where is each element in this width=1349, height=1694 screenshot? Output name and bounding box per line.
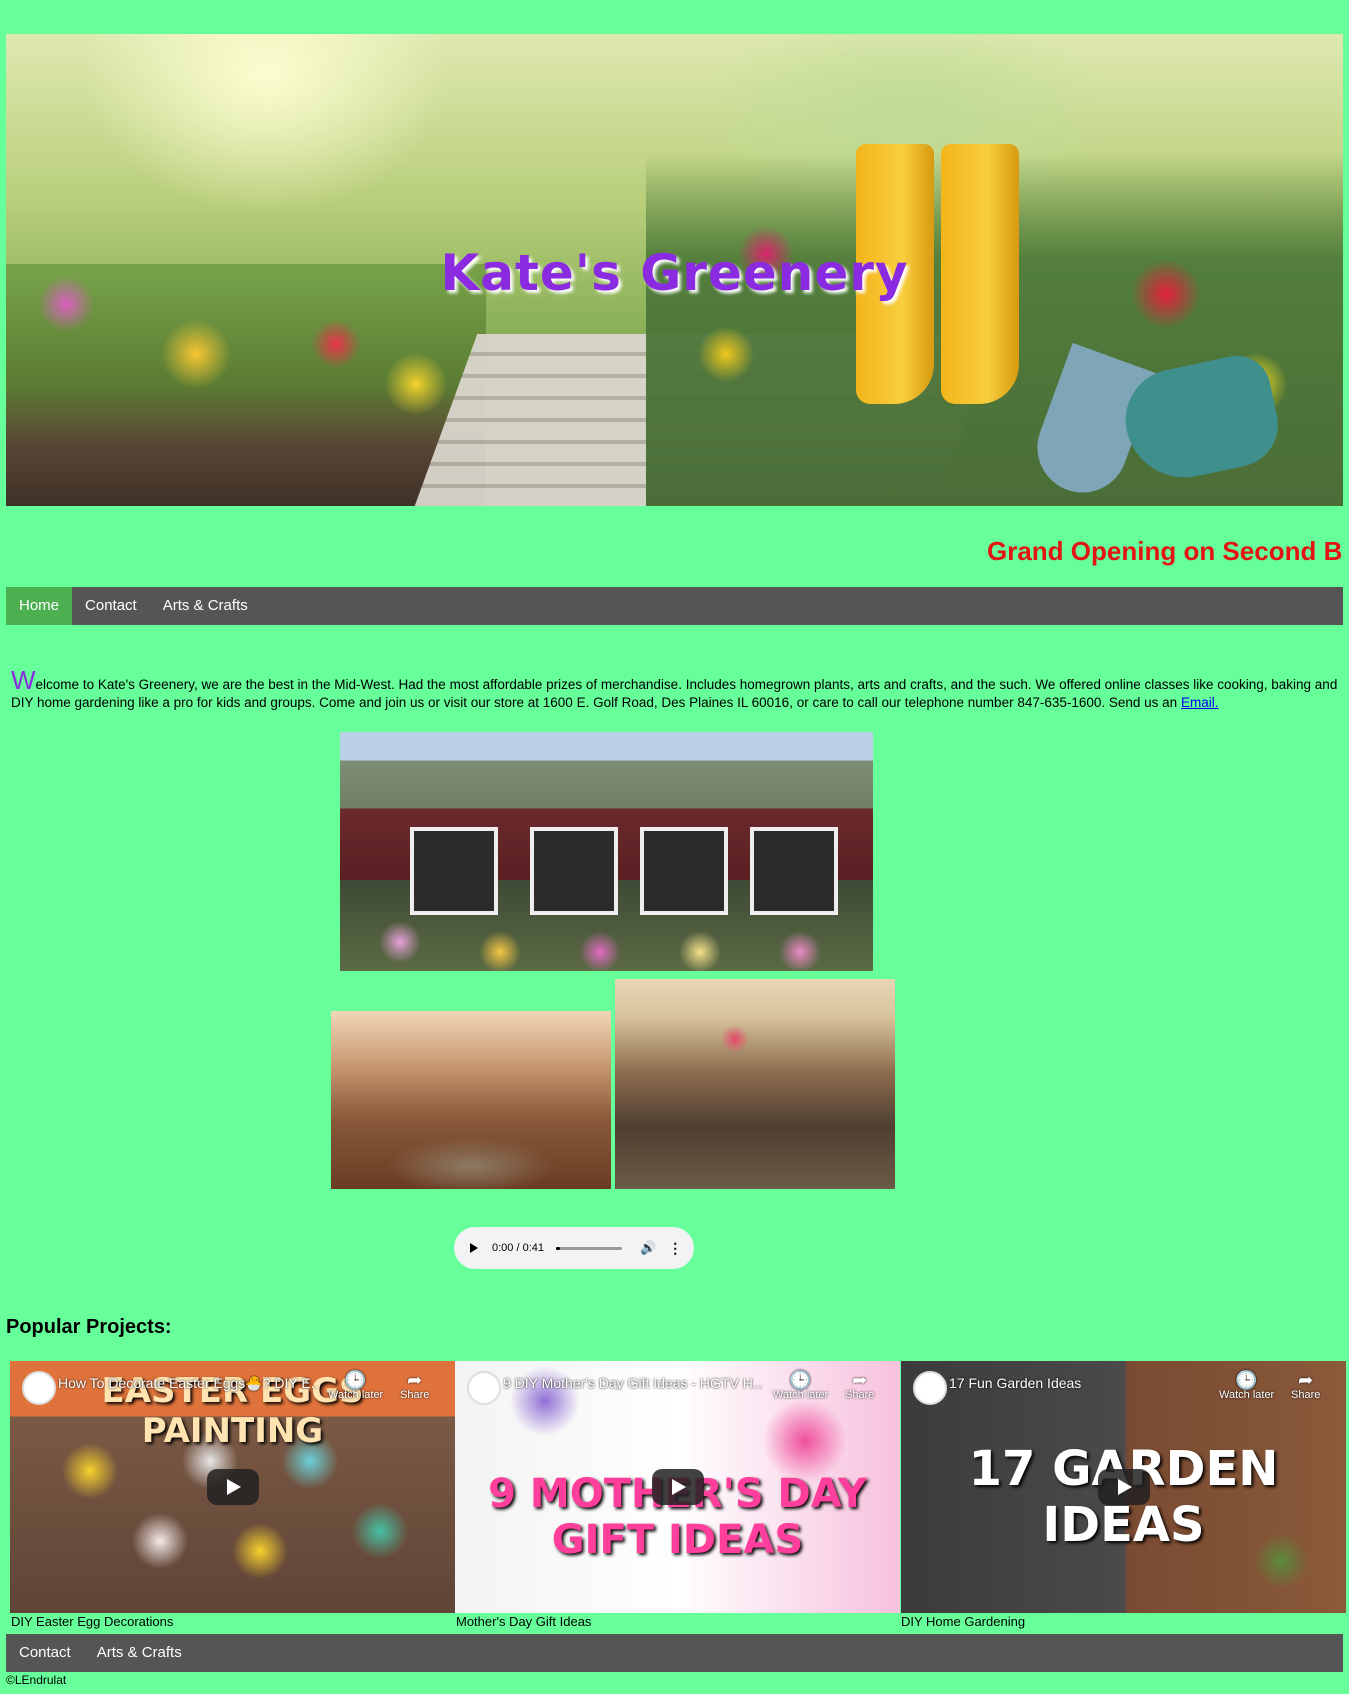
video-title[interactable]: How To Decorate Easter Eggs🐣? DIY E... bbox=[58, 1375, 318, 1392]
store-window bbox=[410, 827, 498, 915]
header-banner: Kate's Greenery bbox=[6, 34, 1343, 506]
video-caption: Mother's Day Gift Ideas bbox=[456, 1614, 592, 1629]
channel-avatar[interactable] bbox=[467, 1371, 501, 1405]
play-button[interactable] bbox=[1097, 1469, 1150, 1505]
store-window bbox=[530, 827, 618, 915]
video-title[interactable]: 17 Fun Garden Ideas bbox=[949, 1375, 1209, 1391]
share-icon: ➦ bbox=[407, 1370, 423, 1390]
channel-avatar[interactable] bbox=[22, 1371, 56, 1405]
store-window bbox=[750, 827, 838, 915]
announcement-marquee: Grand Opening on Second Br bbox=[987, 536, 1343, 566]
footer-nav-arts-crafts[interactable]: Arts & Crafts bbox=[84, 1634, 195, 1672]
watch-later-button[interactable]: 🕒 Watch later bbox=[328, 1371, 383, 1401]
clock-icon: 🕒 bbox=[1235, 1370, 1258, 1390]
watch-later-button[interactable]: 🕒 Watch later bbox=[1219, 1371, 1274, 1401]
clock-icon: 🕒 bbox=[344, 1370, 367, 1390]
intro-paragraph: Welcome to Kate's Greenery, we are the b… bbox=[11, 667, 1341, 712]
video-title[interactable]: 9 DIY Mother's Day Gift Ideas - HGTV H..… bbox=[503, 1375, 763, 1391]
video-caption: DIY Home Gardening bbox=[901, 1614, 1026, 1629]
popular-projects-heading: Popular Projects: bbox=[6, 1316, 172, 1338]
nav-contact[interactable]: Contact bbox=[72, 587, 150, 625]
play-button[interactable] bbox=[206, 1469, 259, 1505]
drop-cap: W bbox=[11, 664, 36, 695]
store-window bbox=[640, 827, 728, 915]
clock-icon: 🕒 bbox=[789, 1370, 812, 1390]
nav-home[interactable]: Home bbox=[6, 587, 73, 625]
channel-avatar[interactable] bbox=[913, 1371, 947, 1405]
site-title: Kate's Greenery bbox=[440, 244, 909, 302]
share-icon: ➦ bbox=[1298, 1370, 1314, 1390]
share-button[interactable]: ➦ Share bbox=[1291, 1371, 1320, 1401]
audio-player[interactable]: 0:00 / 0:41 🔊 ⋮ bbox=[454, 1227, 694, 1269]
copyright-text: ©LEndrulat bbox=[6, 1673, 67, 1687]
footer-nav: Contact Arts & Crafts bbox=[6, 1634, 1343, 1672]
audio-progress-fill bbox=[556, 1246, 560, 1250]
store-interior-photo bbox=[331, 1011, 611, 1189]
video-embed[interactable]: 17 GARDEN IDEAS 17 Fun Garden Ideas 🕒 Wat… bbox=[901, 1361, 1346, 1613]
share-button[interactable]: ➦ Share bbox=[400, 1371, 429, 1401]
audio-time: 0:00 / 0:41 bbox=[492, 1242, 544, 1254]
video-embed[interactable]: 9 MOTHER'S DAY GIFT IDEAS 9 DIY Mother's… bbox=[455, 1361, 900, 1613]
footer-nav-contact[interactable]: Contact bbox=[6, 1634, 84, 1672]
watch-later-button[interactable]: 🕒 Watch later bbox=[773, 1371, 828, 1401]
share-button[interactable]: ➦ Share bbox=[845, 1371, 874, 1401]
intro-text: elcome to Kate's Greenery, we are the be… bbox=[11, 676, 1338, 710]
more-options-icon[interactable]: ⋮ bbox=[668, 1240, 682, 1257]
play-icon[interactable] bbox=[470, 1243, 478, 1253]
main-nav: Home Contact Arts & Crafts bbox=[6, 587, 1343, 625]
share-icon: ➦ bbox=[852, 1370, 868, 1390]
audio-progress-bar[interactable] bbox=[556, 1246, 622, 1250]
play-button[interactable] bbox=[651, 1469, 704, 1505]
email-link[interactable]: Email. bbox=[1181, 695, 1219, 710]
volume-icon[interactable]: 🔊 bbox=[640, 1240, 656, 1256]
store-front-photo bbox=[340, 732, 873, 971]
gift-shop-interior-photo bbox=[615, 979, 895, 1189]
video-caption: DIY Easter Egg Decorations bbox=[11, 1614, 174, 1629]
video-embed[interactable]: EASTER EGGS PAINTING How To Decorate Eas… bbox=[10, 1361, 455, 1613]
nav-arts-crafts[interactable]: Arts & Crafts bbox=[150, 587, 261, 625]
